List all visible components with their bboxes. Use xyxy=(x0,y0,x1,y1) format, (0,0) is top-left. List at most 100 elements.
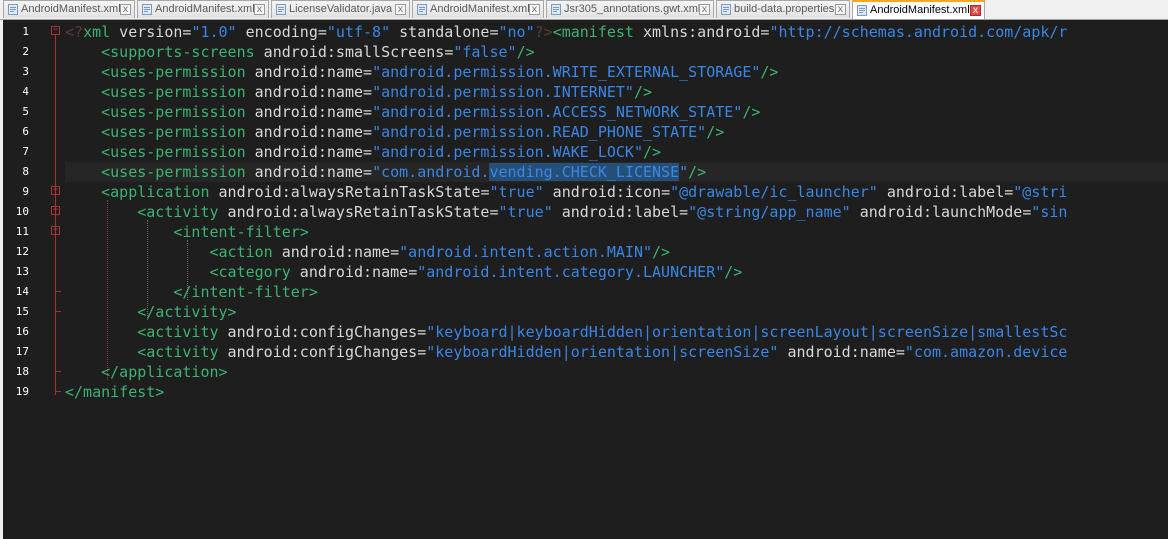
code-token: </activity> xyxy=(137,303,237,321)
code-line[interactable]: <activity android:alwaysRetainTaskState=… xyxy=(65,202,1067,222)
fold-collapse-icon[interactable]: − xyxy=(51,206,60,215)
code-line[interactable]: <category android:name="android.intent.c… xyxy=(65,262,743,282)
code-token: <intent-filter> xyxy=(173,223,309,241)
line-number: 11 xyxy=(15,225,29,238)
tab-androidmanifest-3[interactable]: AndroidManifest.xml x xyxy=(412,0,544,18)
line-number: 16 xyxy=(15,325,29,338)
code-line[interactable]: <uses-permission android:name="android.p… xyxy=(65,102,760,122)
code-token: <activity xyxy=(137,323,219,341)
code-token: <activity xyxy=(137,343,219,361)
code-token: android:label xyxy=(877,183,1005,201)
fold-line xyxy=(55,35,56,395)
code-token: "keyboard|keyboardHidden|orientation|scr… xyxy=(426,323,1068,341)
code-line[interactable]: </application> xyxy=(65,362,227,382)
code-token: </manifest> xyxy=(65,383,165,401)
code-token: "@drawable/ic_launcher" xyxy=(670,183,878,201)
code-token: "android.permission.INTERNET" xyxy=(372,83,634,101)
line-number: 6 xyxy=(22,125,29,138)
code-token: android:smallScreens xyxy=(254,43,445,61)
code-line[interactable]: <uses-permission android:name="com.andro… xyxy=(65,162,1168,182)
close-icon[interactable]: x xyxy=(835,4,846,15)
code-token: android:label xyxy=(552,203,680,221)
code-token: = xyxy=(408,263,418,281)
code-token: = xyxy=(363,163,373,181)
tab-build-data-properties[interactable]: build-data.properties x xyxy=(716,0,850,18)
code-token: "@stri xyxy=(1013,183,1068,201)
code-token: /> xyxy=(643,143,662,161)
file-icon xyxy=(857,5,867,16)
code-token: android:name xyxy=(245,143,364,161)
close-icon[interactable]: x xyxy=(395,4,406,15)
line-number: 17 xyxy=(15,345,29,358)
tab-androidmanifest-active[interactable]: AndroidManifest.xml x xyxy=(852,0,985,19)
code-token: "com.amazon.device xyxy=(904,343,1068,361)
code-line[interactable]: <?xml version="1.0" encoding="utf-8" sta… xyxy=(65,22,1067,42)
code-token: = xyxy=(444,43,454,61)
fold-end xyxy=(55,291,61,292)
code-token: <uses-permission xyxy=(101,83,246,101)
close-icon[interactable]: x xyxy=(970,5,981,16)
code-token: xml xyxy=(83,23,111,41)
fold-collapse-icon[interactable]: − xyxy=(51,186,60,195)
code-line[interactable]: <intent-filter> xyxy=(65,222,309,242)
code-line[interactable]: <application android:alwaysRetainTaskSta… xyxy=(65,182,1067,202)
file-icon xyxy=(721,4,731,15)
code-token: = xyxy=(661,183,671,201)
code-token: = xyxy=(363,83,373,101)
selected-text: vending.CHECK_LICENSE xyxy=(489,163,680,181)
code-token: ?> xyxy=(534,23,553,41)
code-token: android:configChanges xyxy=(218,343,418,361)
tab-licensevalidator[interactable]: LicenseValidator.java x xyxy=(271,0,410,18)
code-token: "sin xyxy=(1031,203,1068,221)
code-line[interactable]: <activity android:configChanges="keyboar… xyxy=(65,322,1067,342)
code-line[interactable]: <uses-permission android:name="android.p… xyxy=(65,82,652,102)
code-line[interactable]: <activity android:configChanges="keyboar… xyxy=(65,342,1067,362)
code-line[interactable]: <action android:name="android.intent.act… xyxy=(65,242,671,262)
close-icon[interactable]: x xyxy=(699,4,710,15)
close-icon[interactable]: x xyxy=(254,4,265,15)
tab-label: AndroidManifest.xml xyxy=(430,3,530,15)
code-line[interactable]: <uses-permission android:name="android.p… xyxy=(65,62,778,82)
line-number: 19 xyxy=(15,385,29,398)
tab-androidmanifest-2[interactable]: AndroidManifest.xml x xyxy=(137,0,269,18)
tab-label: LicenseValidator.java xyxy=(289,3,393,15)
code-token: = xyxy=(317,23,327,41)
code-token: <supports-screens xyxy=(101,43,255,61)
code-token: /> xyxy=(706,123,725,141)
code-line[interactable]: <uses-permission android:name="android.p… xyxy=(65,142,661,162)
tab-label: AndroidManifest.xml xyxy=(155,3,255,15)
tab-label: Jsr305_annotations.gwt.xml xyxy=(564,3,701,15)
code-token: = xyxy=(489,23,499,41)
code-token: android:name xyxy=(245,63,364,81)
code-line[interactable]: <supports-screens android:smallScreens="… xyxy=(65,42,535,62)
code-token: <uses-permission xyxy=(101,103,246,121)
code-editor[interactable]: 1 2 3 4 5 6 7 8 9 10 11 12 13 14 15 16 17 18 19 − − − − <?… xyxy=(3,20,1168,539)
code-token: android:name xyxy=(272,243,391,261)
fold-collapse-icon[interactable]: − xyxy=(51,26,60,35)
code-line[interactable]: </activity> xyxy=(65,302,237,322)
code-token: "no" xyxy=(498,23,535,41)
code-token: " xyxy=(679,163,689,181)
code-token: /> xyxy=(633,83,653,101)
line-number: 7 xyxy=(22,145,29,158)
tab-androidmanifest-1[interactable]: AndroidManifest.xml x xyxy=(3,0,135,18)
code-line[interactable]: </manifest> xyxy=(65,382,164,402)
close-icon[interactable]: x xyxy=(120,4,131,15)
close-icon[interactable]: x xyxy=(529,4,540,15)
line-number: 15 xyxy=(15,305,29,318)
tab-jsr305-annotations[interactable]: Jsr305_annotations.gwt.xml x xyxy=(546,0,714,18)
code-token: android:name xyxy=(245,83,364,101)
code-token: encoding xyxy=(236,23,318,41)
code-token: "1.0" xyxy=(191,23,237,41)
tab-label: AndroidManifest.xml xyxy=(870,4,970,16)
code-line[interactable]: </intent-filter> xyxy=(65,282,318,302)
line-number: 1 xyxy=(22,25,29,38)
code-line[interactable]: <uses-permission android:name="android.p… xyxy=(65,122,724,142)
fold-collapse-icon[interactable]: − xyxy=(51,226,60,235)
code-area[interactable]: <?xml version="1.0" encoding="utf-8" sta… xyxy=(65,20,1168,539)
